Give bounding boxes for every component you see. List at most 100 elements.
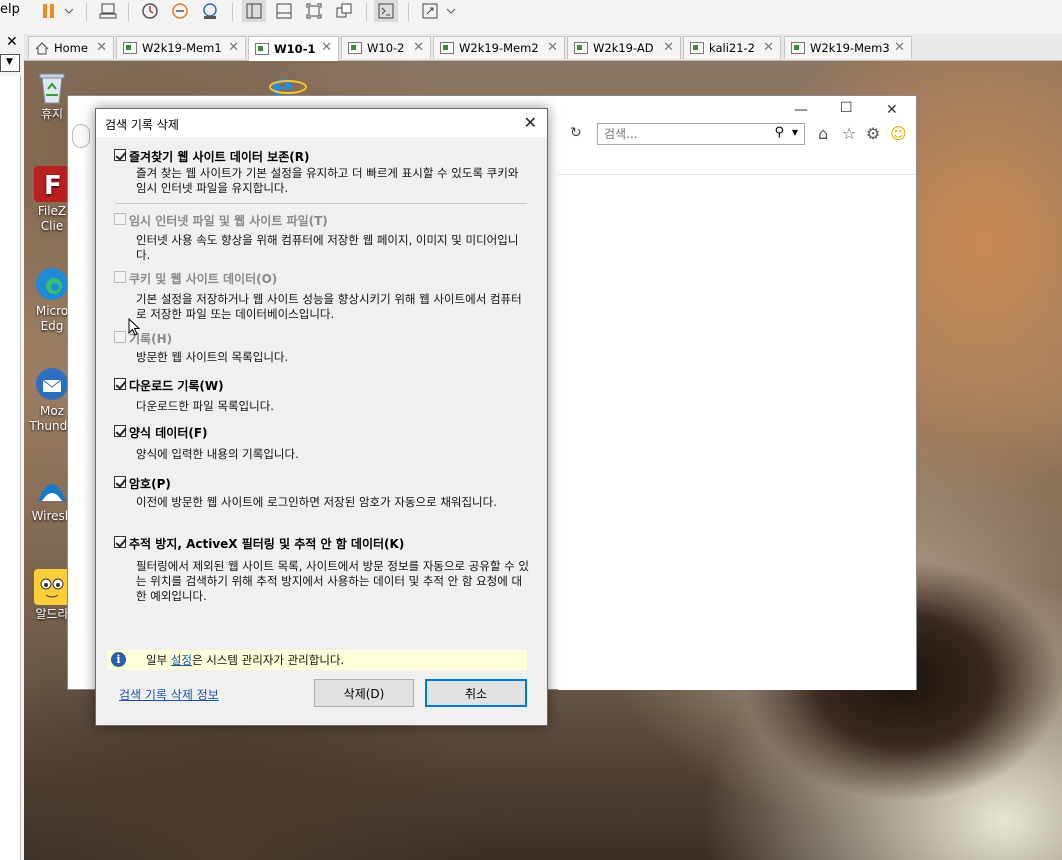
close-icon[interactable]: ✕ <box>547 40 558 55</box>
stretch-guest-icon[interactable] <box>418 0 442 22</box>
option-description: 기본 설정을 저장하거나 웹 사이트 성능을 향상시키기 위해 웹 사이트에서 … <box>136 292 522 321</box>
ie-search-box[interactable]: ⚲ ▼ <box>597 123 805 145</box>
option-label: 암호(P) <box>129 477 171 491</box>
checkbox-download-history[interactable] <box>114 378 126 390</box>
infobar-prefix: 일부 <box>146 653 171 667</box>
stretch-dropdown-icon[interactable] <box>444 0 458 22</box>
chevron-down-icon[interactable]: ▼ <box>792 128 798 137</box>
snapshot-icon[interactable] <box>138 0 162 22</box>
tab-w2k19-mem1[interactable]: W2k19-Mem1 ✕ <box>116 36 246 59</box>
refresh-icon[interactable]: ↻ <box>570 125 582 141</box>
option-description: 다운로드한 파일 목록입니다. <box>136 399 274 413</box>
search-input[interactable] <box>602 126 766 142</box>
close-icon[interactable]: ✕ <box>663 40 674 55</box>
close-icon[interactable]: ✕ <box>228 40 239 55</box>
option-label: 양식 데이터(F) <box>129 426 208 440</box>
filezilla-icon: F <box>34 166 70 202</box>
tab-label: Home <box>54 41 88 55</box>
tab-label: W2k19-AD <box>593 41 654 55</box>
snapshot-manager-icon[interactable] <box>198 0 222 22</box>
info-icon: i <box>111 652 126 667</box>
maximize-icon[interactable]: ☐ <box>840 100 853 116</box>
library-dropdown[interactable]: ▼ <box>0 54 20 72</box>
library-list <box>0 76 21 860</box>
close-icon[interactable]: ✕ <box>96 40 107 55</box>
home-icon <box>35 41 49 54</box>
close-icon[interactable]: ✕ <box>413 40 424 55</box>
mouse-cursor-icon <box>128 317 141 339</box>
vm-tab-bar: Home ✕ W2k19-Mem1 ✕ W10-1 ✕ W10-2 ✕ W2k1… <box>24 34 1062 61</box>
checkbox-history <box>114 331 126 343</box>
vm-icon <box>791 42 805 54</box>
close-icon[interactable]: ✕ <box>894 40 905 55</box>
dialog-title: 검색 기록 삭제 <box>105 118 179 132</box>
tab-label: kali21-2 <box>709 41 755 55</box>
revert-snapshot-icon[interactable] <box>168 0 192 22</box>
console-view-icon[interactable] <box>374 0 398 22</box>
close-icon[interactable]: ✕ <box>524 113 537 132</box>
close-icon[interactable]: ✕ <box>321 40 332 55</box>
minimize-icon[interactable]: — <box>794 102 808 118</box>
chevron-down-icon: ▼ <box>6 57 13 67</box>
sidebar-toggle-icon[interactable] <box>242 0 266 22</box>
thumbnail-bar-icon[interactable] <box>272 0 296 22</box>
infobar-text: 일부 설정은 시스템 관리자가 관리합니다. <box>146 652 344 668</box>
send-ctrl-alt-del-icon[interactable] <box>96 0 120 22</box>
tab-kali21-2[interactable]: kali21-2 ✕ <box>683 36 781 59</box>
unity-icon[interactable] <box>332 0 356 22</box>
delete-button[interactable]: 삭제(D) <box>314 679 414 707</box>
thunderbird-icon <box>34 366 70 402</box>
pause-icon[interactable] <box>38 0 60 22</box>
home-icon[interactable]: ⌂ <box>818 124 828 143</box>
tab-w2k19-mem3[interactable]: W2k19-Mem3 ✕ <box>784 36 912 59</box>
aldrive-icon <box>34 569 70 605</box>
checkbox-form-data[interactable] <box>114 425 126 437</box>
gear-icon[interactable]: ⚙ <box>866 124 880 143</box>
checkbox-preserve-favorites[interactable] <box>114 149 126 161</box>
close-library-icon[interactable]: ✕ <box>6 34 18 50</box>
toolbar-divider <box>86 3 87 21</box>
favorites-star-icon[interactable]: ☆ <box>842 124 856 143</box>
managed-settings-infobar: i 일부 설정은 시스템 관리자가 관리합니다. <box>107 650 527 670</box>
toolbar-divider <box>232 3 233 21</box>
infobar-suffix: 은 시스템 관리자가 관리합니다. <box>192 653 345 667</box>
cancel-button[interactable]: 취소 <box>425 679 527 707</box>
option-label: 임시 인터넷 파일 및 웹 사이트 파일(T) <box>129 214 328 228</box>
option-label: 즐겨찾기 웹 사이트 데이터 보존(R) <box>129 150 310 164</box>
vm-icon <box>690 42 704 54</box>
tab-w2k19-mem2[interactable]: W2k19-Mem2 ✕ <box>433 36 565 59</box>
checkbox-passwords[interactable] <box>114 476 126 488</box>
vm-toolbar: elp <box>0 0 1062 35</box>
search-icon[interactable]: ⚲ <box>774 125 784 140</box>
tab-w10-2[interactable]: W10-2 ✕ <box>341 36 431 59</box>
checkbox-tracking-protection[interactable] <box>114 536 126 548</box>
back-button[interactable] <box>72 124 90 148</box>
edge-icon <box>34 266 70 302</box>
tab-label: W2k19-Mem1 <box>142 41 222 55</box>
settings-link[interactable]: 설정 <box>171 653 192 667</box>
tab-w2k19-ad[interactable]: W2k19-AD ✕ <box>567 36 681 59</box>
tab-home[interactable]: Home ✕ <box>28 36 114 59</box>
option-description: 필터링에서 제외된 웹 사이트 목록, 사이트에서 방문 정보를 자동으로 공유… <box>136 559 530 603</box>
checkbox-cookies <box>114 271 126 283</box>
tab-label: W2k19-Mem3 <box>810 41 890 55</box>
tab-label: W10-1 <box>274 42 316 56</box>
option-description: 양식에 입력한 내용의 기록입니다. <box>136 447 299 461</box>
tab-w10-1[interactable]: W10-1 ✕ <box>248 36 339 61</box>
option-description: 인터넷 사용 속도 향상을 위해 컴퓨터에 저장한 웹 페이지, 이미지 및 미… <box>136 233 519 262</box>
option-description: 방문한 웹 사이트의 목록입니다. <box>136 350 289 364</box>
dialog-titlebar: 검색 기록 삭제 ✕ <box>96 109 547 137</box>
about-delete-history-link[interactable]: 검색 기록 삭제 정보 <box>119 686 219 703</box>
smiley-feedback-icon[interactable]: ☺ <box>890 124 907 143</box>
option-description: 즐겨 찾는 웹 사이트가 기본 설정을 유지하고 더 빠르게 표시할 수 있도록… <box>136 166 519 195</box>
tab-label: W2k19-Mem2 <box>459 41 539 55</box>
vm-icon <box>574 42 588 54</box>
close-icon[interactable]: ✕ <box>886 102 898 118</box>
toolbar-divider <box>366 3 367 21</box>
delete-browsing-history-dialog: 검색 기록 삭제 ✕ 즐겨찾기 웹 사이트 데이터 보존(R) 즐겨 찾는 웹 … <box>95 108 548 726</box>
vm-icon <box>255 43 269 55</box>
pause-dropdown-icon[interactable] <box>62 0 76 22</box>
menu-help[interactable]: elp <box>0 2 20 17</box>
fullscreen-icon[interactable] <box>302 0 326 22</box>
close-icon[interactable]: ✕ <box>763 40 774 55</box>
